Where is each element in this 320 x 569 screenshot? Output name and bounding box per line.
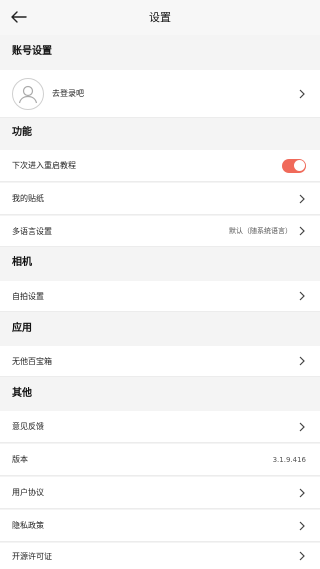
license-label: 开源许可证 xyxy=(12,551,52,561)
selfie-row[interactable]: 自拍设置 xyxy=(0,281,320,312)
chevron-right-icon xyxy=(298,421,306,433)
chevron-right-icon xyxy=(298,355,306,367)
login-label: 去登录吧 xyxy=(52,89,84,98)
page-title: 设置 xyxy=(149,11,171,24)
feedback-row[interactable]: 意见反馈 xyxy=(0,411,320,443)
chevron-right-icon xyxy=(298,225,306,237)
login-row[interactable]: 去登录吧 xyxy=(0,70,320,118)
version-value: 3.1.9.416 xyxy=(272,455,306,464)
section-apps: 应用 xyxy=(12,323,32,334)
chevron-right-icon xyxy=(298,290,306,302)
language-row[interactable]: 多语言设置 默认（随系统语言） xyxy=(0,216,320,247)
privacy-row[interactable]: 隐私政策 xyxy=(0,510,320,542)
feedback-label: 意见反馈 xyxy=(12,422,44,431)
language-label: 多语言设置 xyxy=(12,226,52,236)
tutorial-row: 下次进入重启教程 xyxy=(0,150,320,182)
section-camera: 相机 xyxy=(12,257,32,268)
agreement-label: 用户协议 xyxy=(12,488,44,497)
license-row[interactable]: 开源许可证 xyxy=(0,543,320,569)
section-other: 其他 xyxy=(12,388,32,399)
privacy-label: 隐私政策 xyxy=(12,521,44,530)
top-bar: 设置 xyxy=(0,0,320,35)
stickers-label: 我的贴纸 xyxy=(12,194,44,203)
stickers-row[interactable]: 我的贴纸 xyxy=(0,183,320,215)
toolbox-row[interactable]: 无他百宝箱 xyxy=(0,346,320,377)
user-avatar-icon xyxy=(18,85,38,103)
chevron-right-icon xyxy=(298,193,306,205)
tutorial-toggle[interactable] xyxy=(282,158,306,173)
language-value: 默认（随系统语言） xyxy=(229,227,292,235)
tutorial-label: 下次进入重启教程 xyxy=(12,161,76,170)
toolbox-label: 无他百宝箱 xyxy=(12,356,52,366)
chevron-right-icon xyxy=(298,520,306,532)
chevron-right-icon xyxy=(298,550,306,562)
toggle-knob xyxy=(293,160,305,171)
chevron-right-icon xyxy=(298,88,306,100)
version-label: 版本 xyxy=(12,455,28,464)
avatar xyxy=(12,77,44,110)
section-functions: 功能 xyxy=(12,127,32,138)
selfie-label: 自拍设置 xyxy=(12,291,44,301)
agreement-row[interactable]: 用户协议 xyxy=(0,477,320,509)
version-row: 版本 3.1.9.416 xyxy=(0,444,320,476)
section-account: 账号设置 xyxy=(12,46,52,57)
chevron-right-icon xyxy=(298,487,306,499)
